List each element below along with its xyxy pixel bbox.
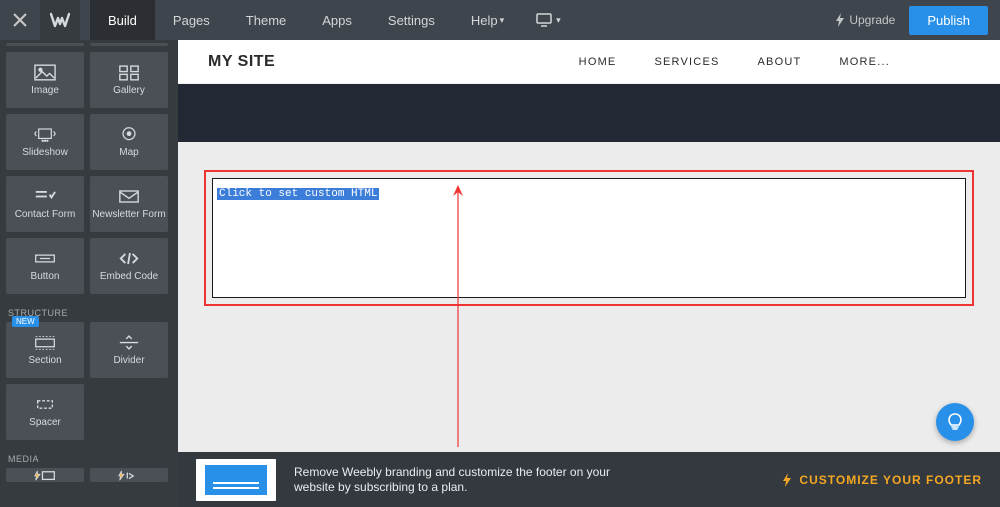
- tab-apps[interactable]: Apps: [304, 0, 370, 40]
- upgrade-button[interactable]: Upgrade: [835, 13, 895, 27]
- footer-thumbnail: [196, 459, 276, 501]
- chevron-down-icon: ▾: [556, 15, 561, 26]
- nav-services[interactable]: SERVICES: [654, 56, 719, 68]
- elements-sidebar: Image Gallery Slideshow Map Contact Form…: [0, 40, 178, 507]
- tab-help[interactable]: Help▾: [453, 0, 522, 40]
- weebly-logo-icon: [50, 12, 70, 28]
- monitor-icon: [536, 13, 554, 27]
- embed-placeholder-text: Click to set custom HTML: [217, 188, 379, 200]
- tile-map[interactable]: Map: [90, 114, 168, 170]
- site-header: MY SITE HOME SERVICES ABOUT MORE...: [178, 40, 1000, 84]
- category-media: MEDIA: [0, 446, 178, 468]
- tab-pages[interactable]: Pages: [155, 0, 228, 40]
- tile-label: Image: [31, 85, 59, 96]
- tile-label: Button: [31, 271, 60, 282]
- nav-more[interactable]: MORE...: [839, 56, 890, 68]
- tile-stub[interactable]: [6, 43, 84, 46]
- contact-form-icon: [34, 188, 56, 205]
- new-badge: NEW: [12, 316, 39, 327]
- spacer-icon: [34, 396, 56, 413]
- tab-build[interactable]: Build: [90, 0, 155, 40]
- tile-stub[interactable]: [90, 43, 168, 46]
- tab-build-label: Build: [108, 13, 137, 28]
- tile-label: Section: [28, 355, 61, 366]
- site-nav: HOME SERVICES ABOUT MORE...: [579, 56, 890, 68]
- upgrade-label: Upgrade: [849, 13, 895, 27]
- tile-media-stub[interactable]: [90, 468, 168, 482]
- tab-apps-label: Apps: [322, 13, 352, 28]
- slideshow-icon: [34, 126, 56, 143]
- tab-theme[interactable]: Theme: [228, 0, 304, 40]
- close-icon: [13, 13, 27, 27]
- tile-image[interactable]: Image: [6, 52, 84, 108]
- footer-message: Remove Weebly branding and customize the…: [294, 465, 610, 495]
- newsletter-icon: [118, 188, 140, 205]
- top-bar: Build Pages Theme Apps Settings Help▾ ▾ …: [0, 0, 1000, 40]
- nav-home[interactable]: HOME: [579, 56, 617, 68]
- nav-about[interactable]: ABOUT: [758, 56, 802, 68]
- tab-help-label: Help: [471, 13, 498, 28]
- tile-label: Spacer: [29, 417, 61, 428]
- weebly-logo[interactable]: [40, 0, 80, 40]
- tab-pages-label: Pages: [173, 13, 210, 28]
- footer-message-line2: website by subscribing to a plan.: [294, 480, 467, 494]
- tab-settings[interactable]: Settings: [370, 0, 453, 40]
- footer-promo-bar: Remove Weebly branding and customize the…: [178, 452, 1000, 507]
- tile-button[interactable]: Button: [6, 238, 84, 294]
- tile-media-stub[interactable]: [6, 468, 84, 482]
- tile-label: Contact Form: [15, 209, 76, 220]
- lightning-icon: [118, 470, 140, 482]
- tile-label: Newsletter Form: [92, 209, 165, 220]
- lightning-icon: [781, 473, 793, 487]
- close-button[interactable]: [0, 0, 40, 40]
- tile-label: Map: [119, 147, 138, 158]
- tile-section[interactable]: NEW Section: [6, 322, 84, 378]
- preview-canvas: MY SITE HOME SERVICES ABOUT MORE... Clic…: [178, 40, 1000, 452]
- lightning-icon: [835, 13, 845, 27]
- lightning-icon: [34, 470, 56, 482]
- tile-slideshow[interactable]: Slideshow: [6, 114, 84, 170]
- tab-settings-label: Settings: [388, 13, 435, 28]
- device-preview-button[interactable]: ▾: [522, 0, 575, 40]
- tile-label: Slideshow: [22, 147, 68, 158]
- tile-label: Embed Code: [100, 271, 158, 282]
- tile-label: Divider: [113, 355, 144, 366]
- tab-theme-label: Theme: [246, 13, 286, 28]
- tile-divider[interactable]: Divider: [90, 322, 168, 378]
- embed-code-element[interactable]: Click to set custom HTML: [212, 178, 966, 298]
- site-title[interactable]: MY SITE: [208, 53, 275, 71]
- tile-contact-form[interactable]: Contact Form: [6, 176, 84, 232]
- tile-gallery[interactable]: Gallery: [90, 52, 168, 108]
- tile-embed-code[interactable]: Embed Code: [90, 238, 168, 294]
- tile-label: Gallery: [113, 85, 145, 96]
- section-icon: [34, 334, 56, 351]
- main-tabs: Build Pages Theme Apps Settings Help▾ ▾: [90, 0, 575, 40]
- divider-icon: [118, 334, 140, 351]
- publish-button[interactable]: Publish: [909, 6, 988, 35]
- lightbulb-icon: [947, 412, 963, 432]
- gallery-icon: [118, 64, 140, 81]
- page-stage: Click to set custom HTML: [178, 142, 1000, 334]
- selection-marker: Click to set custom HTML: [204, 170, 974, 306]
- tile-spacer[interactable]: Spacer: [6, 384, 84, 440]
- map-icon: [118, 126, 140, 143]
- customize-footer-label: CUSTOMIZE YOUR FOOTER: [799, 473, 982, 487]
- help-fab[interactable]: [936, 403, 974, 441]
- tile-newsletter-form[interactable]: Newsletter Form: [90, 176, 168, 232]
- customize-footer-button[interactable]: CUSTOMIZE YOUR FOOTER: [781, 473, 982, 487]
- hero-band[interactable]: [178, 84, 1000, 142]
- button-icon: [34, 250, 56, 267]
- footer-message-line1: Remove Weebly branding and customize the…: [294, 465, 610, 479]
- chevron-down-icon: ▾: [500, 15, 505, 26]
- embed-code-icon: [118, 250, 140, 267]
- image-icon: [34, 64, 56, 81]
